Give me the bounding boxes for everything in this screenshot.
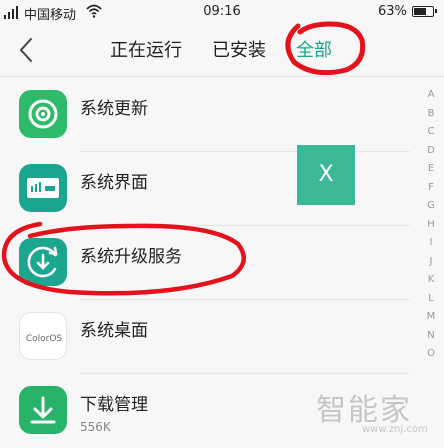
overlay-close-button[interactable]: X (297, 145, 355, 205)
app-name: 系统界面 (80, 173, 148, 193)
alphabet-index[interactable]: A B C D E F G H I J K L M N O (424, 86, 438, 364)
index-letter[interactable]: A (424, 86, 438, 105)
app-name: 系统更新 (80, 99, 148, 119)
back-arrow-icon[interactable] (14, 36, 40, 64)
index-letter[interactable]: K (424, 271, 438, 290)
status-bar: 中国移动 09:16 63% (0, 0, 444, 26)
svg-text:ColorOS: ColorOS (26, 334, 63, 344)
download-icon (19, 386, 67, 434)
battery-percent: 63% (378, 4, 407, 19)
index-letter[interactable]: J (424, 253, 438, 272)
index-letter[interactable]: L (424, 290, 438, 309)
system-ui-icon (19, 164, 67, 212)
watermark-logo: 智能家 (316, 393, 412, 428)
annotation-circle (1, 221, 246, 296)
index-letter[interactable]: F (424, 179, 438, 198)
battery-icon (412, 6, 437, 17)
update-icon (19, 90, 67, 138)
app-name: 系统桌面 (80, 321, 148, 341)
tab-installed[interactable]: 已安装 (212, 36, 266, 62)
app-size: 556K (80, 420, 111, 434)
index-letter[interactable]: M (424, 308, 438, 327)
coloros-logo: ColorOS (19, 312, 67, 360)
index-letter[interactable]: C (424, 123, 438, 142)
index-letter[interactable]: G (424, 197, 438, 216)
index-letter[interactable]: N (424, 327, 438, 346)
app-name: 下载管理 (80, 395, 148, 415)
index-letter[interactable]: D (424, 142, 438, 161)
watermark-url: www.znj.com (362, 424, 428, 435)
list-item[interactable]: 系统更新 (0, 78, 410, 152)
index-letter[interactable]: E (424, 160, 438, 179)
annotation-circle (285, 21, 366, 76)
index-letter[interactable]: O (424, 345, 438, 364)
top-nav: 正在运行 已安装 全部 (0, 26, 444, 74)
nav-divider (0, 76, 444, 77)
tab-running[interactable]: 正在运行 (110, 36, 182, 62)
index-letter[interactable]: I (424, 234, 438, 253)
index-letter[interactable]: B (424, 105, 438, 124)
index-letter[interactable]: H (424, 216, 438, 235)
list-item[interactable]: ColorOS 系统桌面 (0, 300, 410, 374)
